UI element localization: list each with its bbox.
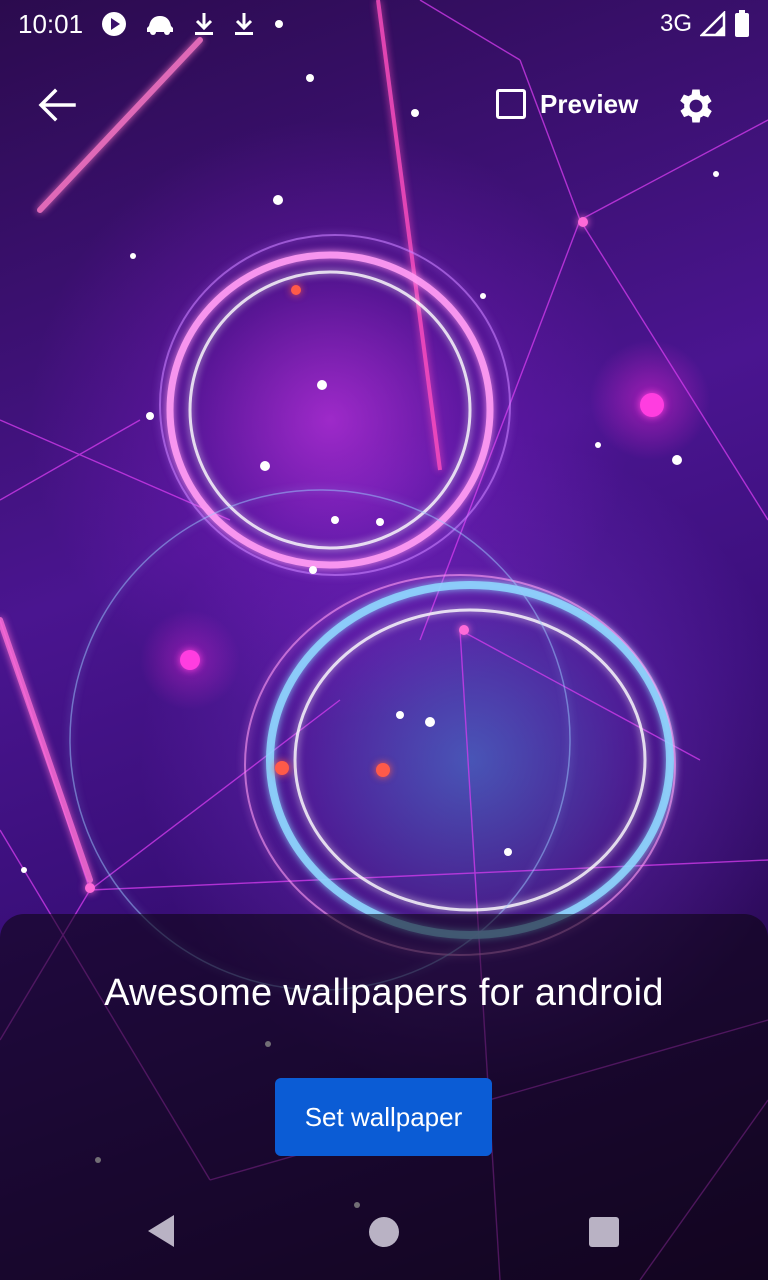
preview-checkbox[interactable] <box>496 89 526 119</box>
status-right-group: 3G <box>660 10 750 38</box>
back-button[interactable] <box>30 78 84 132</box>
car-icon <box>145 12 175 36</box>
navigation-bar <box>0 1186 768 1280</box>
status-time: 10:01 <box>18 8 84 39</box>
network-type: 3G <box>659 10 692 37</box>
top-toolbar: Preview <box>0 64 768 144</box>
signal-icon <box>700 11 726 37</box>
nav-recents-icon[interactable] <box>589 1217 619 1247</box>
panel-title: Awesome wallpapers for android <box>104 972 664 1014</box>
dot-icon <box>273 18 285 30</box>
download-icon <box>193 11 215 37</box>
nav-back-icon[interactable] <box>146 1214 176 1253</box>
status-notification-icons <box>101 11 285 37</box>
settings-button[interactable] <box>672 82 720 130</box>
preview-toggle[interactable]: Preview <box>496 84 638 124</box>
play-icon <box>101 11 127 37</box>
nav-home-icon[interactable] <box>369 1217 399 1247</box>
arrow-left-icon <box>38 88 76 122</box>
preview-label: Preview <box>540 88 639 119</box>
gear-icon <box>674 84 718 128</box>
set-wallpaper-button[interactable]: Set wallpaper <box>275 1078 492 1156</box>
download-icon <box>233 11 255 37</box>
battery-icon <box>734 10 750 38</box>
status-bar: 10:01 3G <box>0 0 768 48</box>
